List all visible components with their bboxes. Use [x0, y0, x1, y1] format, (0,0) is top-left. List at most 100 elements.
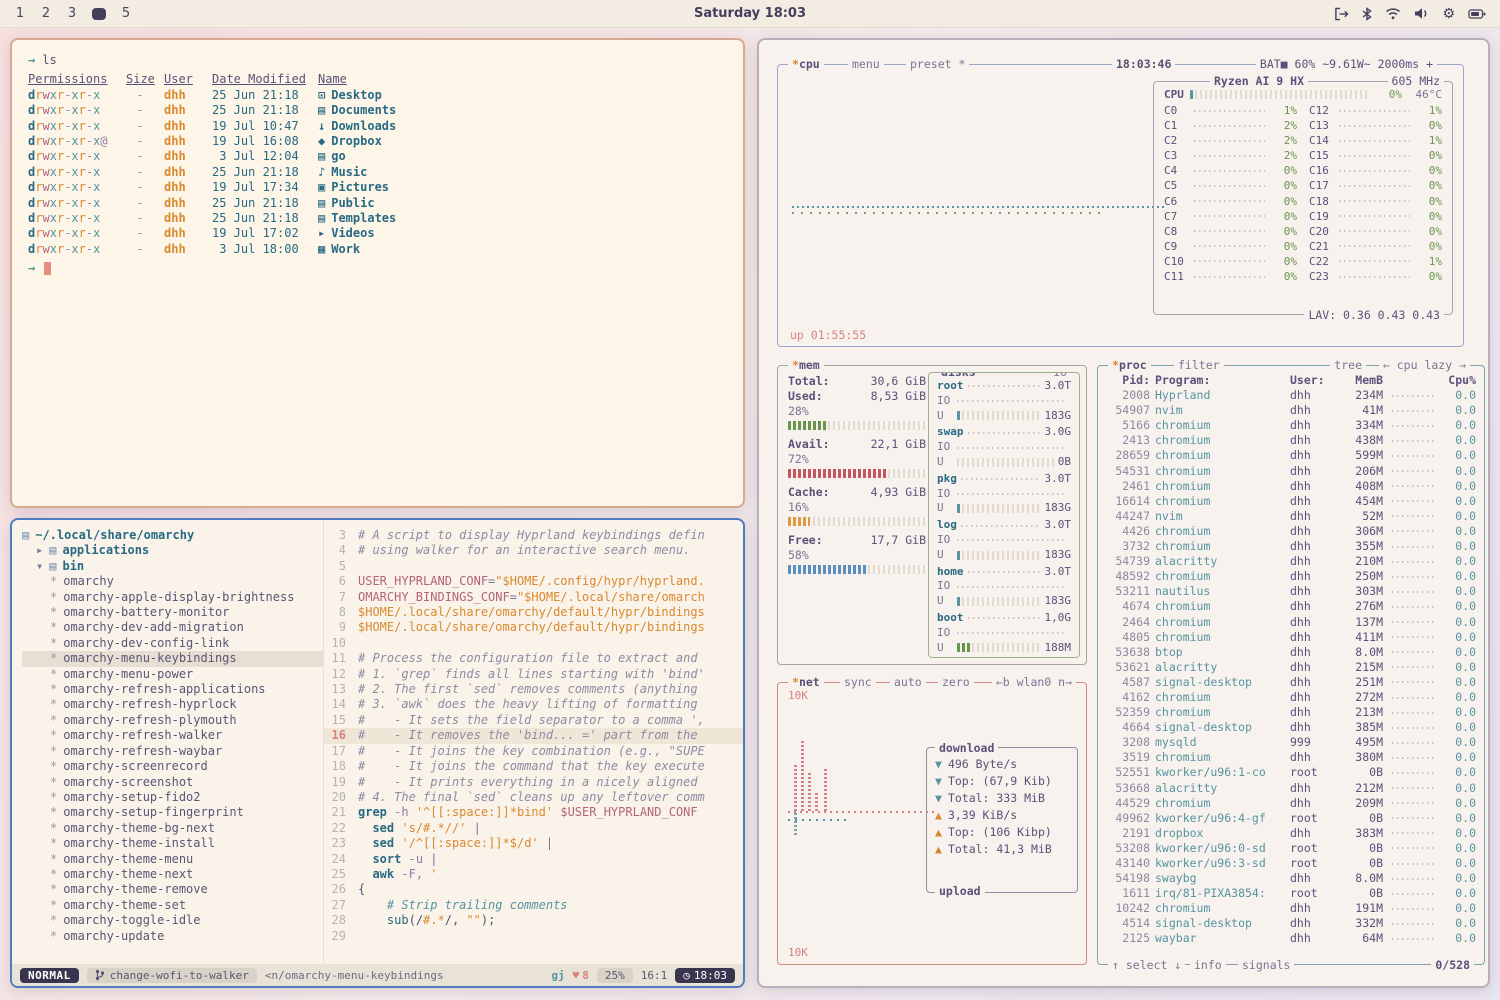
process-row[interactable]: 4674chromiumdhh276M0.0: [1098, 599, 1484, 614]
code-line[interactable]: 5: [324, 559, 743, 574]
net-zero-toggle[interactable]: zero: [938, 675, 974, 689]
code-line[interactable]: 10: [324, 636, 743, 651]
process-row[interactable]: 44529chromiumdhh209M0.0: [1098, 796, 1484, 811]
tree-root[interactable]: ▤ ~/.local/share/omarchy: [22, 528, 323, 543]
code-line[interactable]: 4# using walker for an interactive searc…: [324, 543, 743, 558]
tree-item[interactable]: *omarchy: [22, 574, 323, 589]
tree-item[interactable]: *omarchy-apple-display-brightness: [22, 590, 323, 605]
proc-filter-button[interactable]: filter: [1174, 358, 1224, 372]
process-row[interactable]: 2464chromiumdhh137M0.0: [1098, 615, 1484, 630]
proc-info-control[interactable]: info: [1190, 958, 1226, 972]
file-name[interactable]: ▣Pictures: [318, 180, 727, 195]
process-row[interactable]: 3519chromiumdhh380M0.0: [1098, 750, 1484, 765]
file-name[interactable]: ♪Music: [318, 165, 727, 180]
code-line[interactable]: 12# 1. `grep` finds all lines starting w…: [324, 667, 743, 682]
tree-item[interactable]: *omarchy-refresh-waybar: [22, 744, 323, 759]
tree-item[interactable]: *omarchy-refresh-walker: [22, 728, 323, 743]
net-auto-toggle[interactable]: auto: [890, 675, 926, 689]
tree-item[interactable]: *omarchy-toggle-idle: [22, 913, 323, 928]
tree-item[interactable]: *omarchy-theme-remove: [22, 882, 323, 897]
code-line[interactable]: 21grep -h '^[[:space:]]*bind' $USER_HYPR…: [324, 805, 743, 820]
code-line[interactable]: 18# - It joins the command that the key …: [324, 759, 743, 774]
code-line[interactable]: 22 sed 's/#.*//' |: [324, 821, 743, 836]
file-name[interactable]: ▤go: [318, 149, 727, 164]
process-row[interactable]: 54531chromiumdhh206M0.0: [1098, 464, 1484, 479]
process-row[interactable]: 4426chromiumdhh306M0.0: [1098, 524, 1484, 539]
net-sync-toggle[interactable]: sync: [840, 675, 876, 689]
code-line[interactable]: 9$HOME/.local/share/omarchy/default/hypr…: [324, 620, 743, 635]
process-row[interactable]: 43140kworker/u96:3-sdroot0B0.0: [1098, 856, 1484, 871]
process-row[interactable]: 4805chromiumdhh411M0.0: [1098, 630, 1484, 645]
code-editor-panel[interactable]: 3# A script to display Hyprland keybindi…: [324, 520, 743, 964]
tree-item[interactable]: *omarchy-dev-config-link: [22, 636, 323, 651]
code-line[interactable]: 15# - It sets the field separator to a c…: [324, 713, 743, 728]
file-name[interactable]: ▤Templates: [318, 211, 727, 226]
process-row[interactable]: 10242chromiumdhh191M0.0: [1098, 901, 1484, 916]
code-line[interactable]: 24 sort -u |: [324, 852, 743, 867]
code-line[interactable]: 11# Process the configuration file to ex…: [324, 651, 743, 666]
process-row[interactable]: 48592chromiumdhh250M0.0: [1098, 569, 1484, 584]
process-row[interactable]: 1611irq/81-PIXA3854:root0B0.0: [1098, 886, 1484, 901]
tree-item[interactable]: *omarchy-menu-keybindings: [22, 651, 323, 666]
tree-item[interactable]: *omarchy-setup-fido2: [22, 790, 323, 805]
code-line[interactable]: 6USER_HYPRLAND_CONF="$HOME/.config/hypr/…: [324, 574, 743, 589]
tree-item[interactable]: ▾▤bin: [22, 559, 323, 574]
code-line[interactable]: 13# 2. The first `sed` removes comments …: [324, 682, 743, 697]
process-row[interactable]: 4514signal-desktopdhh332M0.0: [1098, 916, 1484, 931]
process-row[interactable]: 53638btopdhh8.0M0.0: [1098, 645, 1484, 660]
process-row[interactable]: 53621alacrittydhh215M0.0: [1098, 660, 1484, 675]
wifi-icon[interactable]: [1385, 7, 1401, 20]
cpu-box-title[interactable]: *cpu: [788, 57, 824, 71]
file-tree-panel[interactable]: ▤ ~/.local/share/omarchy ▸▤applications▾…: [12, 520, 324, 964]
proc-signals-control[interactable]: signals: [1238, 958, 1294, 972]
process-row[interactable]: 4587signal-desktopdhh251M0.0: [1098, 675, 1484, 690]
code-line[interactable]: 17# - It joins the key combination (e.g.…: [324, 744, 743, 759]
code-line[interactable]: 20# 4. The final `sed` cleans up any lef…: [324, 790, 743, 805]
tree-item[interactable]: *omarchy-theme-install: [22, 836, 323, 851]
process-row[interactable]: 54198swaybgdhh8.0M0.0: [1098, 871, 1484, 886]
process-row[interactable]: 2008Hyprlanddhh234M0.0: [1098, 388, 1484, 403]
preset-button[interactable]: preset *: [906, 57, 969, 71]
code-line[interactable]: 26{: [324, 882, 743, 897]
logout-icon[interactable]: [1334, 7, 1349, 21]
process-row[interactable]: 54739alacrittydhh210M0.0: [1098, 554, 1484, 569]
code-line[interactable]: 29: [324, 929, 743, 944]
file-name[interactable]: ◆Dropbox: [318, 134, 727, 149]
process-row[interactable]: 54907nvimdhh41M0.0: [1098, 403, 1484, 418]
code-line[interactable]: 16# - It removes the 'bind... =' part fr…: [324, 728, 743, 743]
process-row[interactable]: 53211nautilusdhh303M0.0: [1098, 584, 1484, 599]
process-row[interactable]: 52551kworker/u96:1-coroot0B0.0: [1098, 765, 1484, 780]
code-line[interactable]: 14# 3. `awk` does the heavy lifting of f…: [324, 697, 743, 712]
file-name[interactable]: ▤Documents: [318, 103, 727, 118]
code-line[interactable]: 28 sub(/#.*/, "");: [324, 913, 743, 928]
file-name[interactable]: ▸Videos: [318, 226, 727, 241]
process-row[interactable]: 52359chromiumdhh213M0.0: [1098, 705, 1484, 720]
process-row[interactable]: 2413chromiumdhh438M0.0: [1098, 433, 1484, 448]
code-line[interactable]: 19# - It prints everything in a nicely a…: [324, 775, 743, 790]
process-row[interactable]: 53668alacrittydhh212M0.0: [1098, 781, 1484, 796]
process-row[interactable]: 4664signal-desktopdhh385M0.0: [1098, 720, 1484, 735]
tree-item[interactable]: *omarchy-battery-monitor: [22, 605, 323, 620]
tree-item[interactable]: *omarchy-setup-fingerprint: [22, 805, 323, 820]
process-row[interactable]: 5166chromiumdhh334M0.0: [1098, 418, 1484, 433]
battery-icon[interactable]: [1468, 8, 1486, 20]
code-line[interactable]: 3# A script to display Hyprland keybindi…: [324, 528, 743, 543]
tree-item[interactable]: *omarchy-dev-add-migration: [22, 620, 323, 635]
process-row[interactable]: 3732chromiumdhh355M0.0: [1098, 539, 1484, 554]
process-row[interactable]: 2461chromiumdhh408M0.0: [1098, 479, 1484, 494]
tree-item[interactable]: *omarchy-menu-power: [22, 667, 323, 682]
code-line[interactable]: 25 awk -F, ': [324, 867, 743, 882]
proc-sort-selector[interactable]: ← cpu lazy →: [1379, 358, 1470, 372]
tree-item[interactable]: *omarchy-refresh-applications: [22, 682, 323, 697]
process-row[interactable]: 53208kworker/u96:0-sdroot0B0.0: [1098, 841, 1484, 856]
menu-button[interactable]: menu: [848, 57, 884, 71]
net-box-title[interactable]: *net: [788, 675, 824, 689]
tree-item[interactable]: *omarchy-theme-next: [22, 867, 323, 882]
tree-item[interactable]: *omarchy-update: [22, 929, 323, 944]
disks-io-toggle[interactable]: io: [1049, 372, 1071, 379]
disks-box-title[interactable]: disks: [937, 372, 980, 379]
settings-icon[interactable]: ⚙: [1442, 7, 1455, 21]
tree-item[interactable]: ▸▤applications: [22, 543, 323, 558]
process-row[interactable]: 49962kworker/u96:4-gfroot0B0.0: [1098, 811, 1484, 826]
proc-select-control[interactable]: ↑ select ↓: [1108, 958, 1185, 972]
